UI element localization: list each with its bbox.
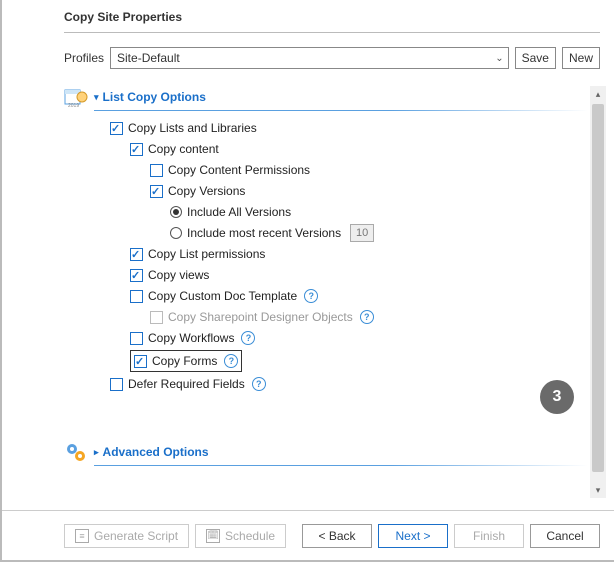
help-icon[interactable]: ?: [304, 289, 318, 303]
script-icon: ≡: [75, 529, 89, 543]
opt-copy-forms[interactable]: Copy Forms ?: [64, 350, 588, 372]
recent-versions-count[interactable]: 10: [350, 224, 374, 242]
opt-copy-spd-objects: Copy Sharepoint Designer Objects ?: [64, 308, 588, 326]
help-icon[interactable]: ?: [241, 331, 255, 345]
profiles-label: Profiles: [64, 51, 104, 65]
opt-copy-workflows[interactable]: Copy Workflows ?: [64, 329, 588, 347]
list-copy-options-header[interactable]: 2019 ▾ List Copy Options: [64, 86, 588, 108]
opt-include-recent-versions[interactable]: Include most recent Versions 10: [64, 224, 588, 242]
new-profile-button[interactable]: New: [562, 47, 600, 69]
checkbox-icon[interactable]: [110, 378, 123, 391]
checkbox-icon[interactable]: [150, 185, 163, 198]
checkbox-icon[interactable]: [134, 355, 147, 368]
opt-copy-versions[interactable]: Copy Versions: [64, 182, 588, 200]
calendar-icon: 2019: [64, 86, 88, 108]
scroll-up-icon[interactable]: ▴: [590, 86, 606, 102]
opt-copy-custom-template[interactable]: Copy Custom Doc Template ?: [64, 287, 588, 305]
schedule-icon: 🗓: [206, 529, 220, 543]
step-badge: 3: [540, 380, 574, 414]
collapse-arrow-icon: ▾: [94, 92, 99, 103]
checkbox-icon[interactable]: [130, 332, 143, 345]
gears-icon: [64, 441, 88, 463]
checkbox-icon: [150, 311, 163, 324]
save-profile-button[interactable]: Save: [515, 47, 556, 69]
profiles-select[interactable]: Site-Default ⌄: [110, 47, 509, 69]
checkbox-icon[interactable]: [130, 269, 143, 282]
copy-forms-highlight: Copy Forms ?: [130, 350, 242, 372]
checkbox-icon[interactable]: [150, 164, 163, 177]
finish-button[interactable]: Finish: [454, 524, 524, 548]
chevron-down-icon: ⌄: [495, 53, 503, 64]
page-title: Copy Site Properties: [16, 8, 600, 32]
advanced-title-text: Advanced Options: [103, 445, 209, 459]
opt-copy-content-perms[interactable]: Copy Content Permissions: [64, 161, 588, 179]
opt-copy-content[interactable]: Copy content: [64, 140, 588, 158]
opt-copy-lists[interactable]: Copy Lists and Libraries: [64, 119, 588, 137]
svg-text:2019: 2019: [68, 103, 79, 107]
back-button[interactable]: < Back: [302, 524, 372, 548]
checkbox-icon[interactable]: [130, 290, 143, 303]
profiles-selected-value: Site-Default: [117, 51, 180, 65]
radio-icon[interactable]: [170, 206, 182, 218]
advanced-options-header[interactable]: ▸ Advanced Options: [64, 441, 588, 463]
cancel-button[interactable]: Cancel: [530, 524, 600, 548]
radio-icon[interactable]: [170, 227, 182, 239]
vertical-scrollbar[interactable]: ▴ ▾: [590, 86, 606, 498]
title-divider: [64, 32, 600, 33]
options-scroll-area: 2019 ▾ List Copy Options Copy Lists and …: [64, 86, 606, 498]
section-underline: [94, 465, 588, 466]
footer-bar: ≡ Generate Script 🗓 Schedule < Back Next…: [2, 510, 614, 560]
next-button[interactable]: Next >: [378, 524, 448, 548]
opt-include-all-versions[interactable]: Include All Versions: [64, 203, 588, 221]
scroll-thumb[interactable]: [592, 104, 604, 472]
opt-copy-list-perms[interactable]: Copy List permissions: [64, 245, 588, 263]
help-icon[interactable]: ?: [224, 354, 238, 368]
section-underline: [94, 110, 588, 111]
section-title-text: List Copy Options: [103, 90, 206, 104]
generate-script-button[interactable]: ≡ Generate Script: [64, 524, 189, 548]
help-icon[interactable]: ?: [360, 310, 374, 324]
profiles-row: Profiles Site-Default ⌄ Save New: [16, 47, 600, 69]
opt-copy-views[interactable]: Copy views: [64, 266, 588, 284]
checkbox-icon[interactable]: [130, 143, 143, 156]
schedule-button[interactable]: 🗓 Schedule: [195, 524, 286, 548]
expand-arrow-icon: ▸: [94, 447, 99, 458]
opt-defer-required-fields[interactable]: Defer Required Fields ?: [64, 375, 588, 393]
checkbox-icon[interactable]: [130, 248, 143, 261]
help-icon[interactable]: ?: [252, 377, 266, 391]
scroll-down-icon[interactable]: ▾: [590, 482, 606, 498]
checkbox-icon[interactable]: [110, 122, 123, 135]
